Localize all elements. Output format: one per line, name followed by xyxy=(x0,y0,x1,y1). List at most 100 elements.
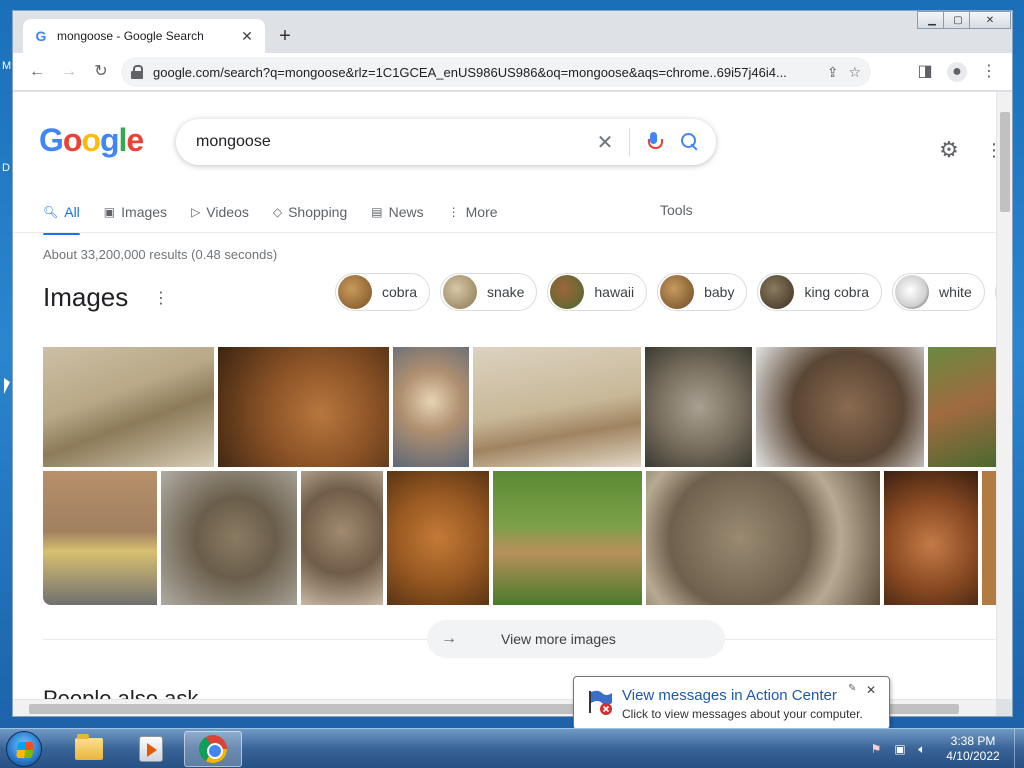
chip-label: cobra xyxy=(382,284,418,300)
address-bar[interactable]: google.com/search?q=mongoose&rlz=1C1GCEA… xyxy=(121,57,871,87)
image-result[interactable] xyxy=(161,471,297,605)
profile-avatar-icon[interactable]: ● xyxy=(947,62,967,82)
view-more-label: View more images xyxy=(501,631,616,647)
chip-king-cobra[interactable]: king cobra xyxy=(757,273,883,311)
chip-label: king cobra xyxy=(804,284,870,300)
search-nav-tabs: 🔍︎ All ▣ Images ▷ Videos ◇ Shopping ▤ Ne… xyxy=(43,197,522,235)
reload-icon[interactable]: ↻ xyxy=(91,62,111,82)
bookmark-star-icon[interactable]: ☆ xyxy=(848,64,861,81)
vertical-scroll-thumb[interactable] xyxy=(1000,112,1010,212)
play-icon: ▷ xyxy=(191,205,201,219)
search-input[interactable]: mongoose xyxy=(196,133,593,151)
search-icon[interactable] xyxy=(678,130,702,154)
image-result[interactable] xyxy=(493,471,642,605)
tab-images[interactable]: ▣ Images xyxy=(104,197,167,227)
arrow-right-icon: → xyxy=(441,630,457,647)
search-box-divider xyxy=(629,128,630,156)
forward-arrow-icon[interactable]: → xyxy=(59,62,79,82)
tools-button[interactable]: Tools xyxy=(660,202,693,218)
tab-title: mongoose - Google Search xyxy=(57,29,204,43)
image-result[interactable] xyxy=(645,347,752,467)
mouse-cursor-icon xyxy=(4,378,10,394)
volume-icon[interactable]: 🔈︎ xyxy=(914,741,930,757)
desktop-icon-label: M xyxy=(2,60,12,72)
close-window-button[interactable]: ✕ xyxy=(969,11,1011,29)
action-center-balloon[interactable]: View messages in Action Center Click to … xyxy=(573,676,890,730)
nav-divider xyxy=(13,232,996,233)
options-wrench-icon[interactable]: ✎ xyxy=(848,683,856,694)
clock-time: 3:38 PM xyxy=(950,734,996,748)
network-icon[interactable]: ▣ xyxy=(892,741,908,757)
taskbar-media-player-button[interactable] xyxy=(122,731,180,767)
tab-close-icon[interactable]: ✕ xyxy=(239,28,255,45)
microphone-icon[interactable] xyxy=(642,130,666,154)
tab-all[interactable]: 🔍︎ All xyxy=(43,197,80,235)
balloon-title[interactable]: View messages in Action Center xyxy=(622,687,837,704)
image-result[interactable] xyxy=(756,347,924,467)
taskbar-clock[interactable]: 3:38 PM 4/10/2022 xyxy=(938,734,1008,764)
chip-baby[interactable]: baby xyxy=(657,273,748,311)
more-options-icon[interactable]: ⋮ xyxy=(153,288,169,308)
image-result[interactable] xyxy=(393,347,469,467)
image-result[interactable] xyxy=(884,471,978,605)
show-desktop-button[interactable] xyxy=(1014,729,1024,768)
view-more-images-button[interactable]: → View more images xyxy=(427,620,725,658)
people-also-ask-heading: People also ask xyxy=(43,686,199,699)
vertical-scrollbar[interactable] xyxy=(996,92,1012,699)
tab-videos[interactable]: ▷ Videos xyxy=(191,197,249,227)
image-result[interactable] xyxy=(646,471,880,605)
more-vert-icon: ⋮ xyxy=(447,205,460,219)
images-heading: Images xyxy=(43,282,129,312)
media-player-icon xyxy=(139,736,163,762)
chip-thumbnail xyxy=(760,275,795,309)
chip-white[interactable]: white xyxy=(892,273,985,311)
tab-news[interactable]: ▤ News xyxy=(371,197,423,227)
chip-label: snake xyxy=(487,284,525,300)
image-result[interactable] xyxy=(301,471,383,605)
chip-thumbnail xyxy=(895,275,930,309)
image-result[interactable] xyxy=(928,347,996,467)
chip-label: white xyxy=(939,284,972,300)
url-text: google.com/search?q=mongoose&rlz=1C1GCEA… xyxy=(153,64,787,80)
image-refinement-chips: cobra snake hawaii baby king cobra white xyxy=(335,273,996,311)
share-icon[interactable]: ⇪ xyxy=(827,64,839,81)
lock-icon xyxy=(131,65,143,79)
tab-more[interactable]: ⋮ More xyxy=(448,197,498,227)
tab-label: News xyxy=(388,204,424,220)
action-center-flag-icon xyxy=(589,690,612,715)
folder-icon xyxy=(75,734,103,760)
chip-thumbnail xyxy=(550,275,585,309)
chrome-icon xyxy=(199,735,227,763)
chip-snake[interactable]: snake xyxy=(440,273,538,311)
action-center-tray-icon[interactable]: ⚑ xyxy=(868,741,884,757)
image-result[interactable] xyxy=(43,471,157,605)
taskbar-chrome-button[interactable] xyxy=(184,731,242,767)
tab-strip: G mongoose - Google Search ✕ + ▁ ▢ ✕ xyxy=(13,11,1012,53)
back-arrow-icon[interactable]: ← xyxy=(27,62,47,82)
chip-cobra[interactable]: cobra xyxy=(335,273,431,311)
balloon-close-icon[interactable]: ✕ xyxy=(866,683,876,697)
start-button[interactable] xyxy=(6,731,42,767)
new-tab-button[interactable]: + xyxy=(273,25,297,47)
image-result[interactable] xyxy=(387,471,489,605)
chip-thumbnail xyxy=(443,275,478,309)
settings-gear-icon[interactable]: ⚙ xyxy=(938,139,960,161)
clear-icon[interactable]: ✕ xyxy=(593,130,617,155)
image-result[interactable] xyxy=(43,347,214,467)
side-panel-icon[interactable]: ◨ xyxy=(915,62,935,82)
search-box[interactable]: mongoose ✕ xyxy=(176,119,716,165)
chip-thumbnail xyxy=(660,275,695,309)
image-result[interactable] xyxy=(982,471,996,605)
google-logo[interactable]: Google xyxy=(39,122,144,159)
taskbar-explorer-button[interactable] xyxy=(60,731,118,767)
tab-label: Videos xyxy=(206,204,249,220)
tab-active[interactable]: G mongoose - Google Search ✕ xyxy=(23,19,265,53)
chip-label: baby xyxy=(704,284,735,300)
browser-window: G mongoose - Google Search ✕ + ▁ ▢ ✕ ← →… xyxy=(12,10,1013,717)
menu-kebab-icon[interactable]: ⋮ xyxy=(979,62,999,82)
image-result[interactable] xyxy=(473,347,641,467)
tab-shopping[interactable]: ◇ Shopping xyxy=(273,197,347,227)
chip-hawaii[interactable]: hawaii xyxy=(547,273,648,311)
image-result[interactable] xyxy=(218,347,389,467)
apps-menu-icon[interactable]: ⋮ xyxy=(985,139,996,161)
